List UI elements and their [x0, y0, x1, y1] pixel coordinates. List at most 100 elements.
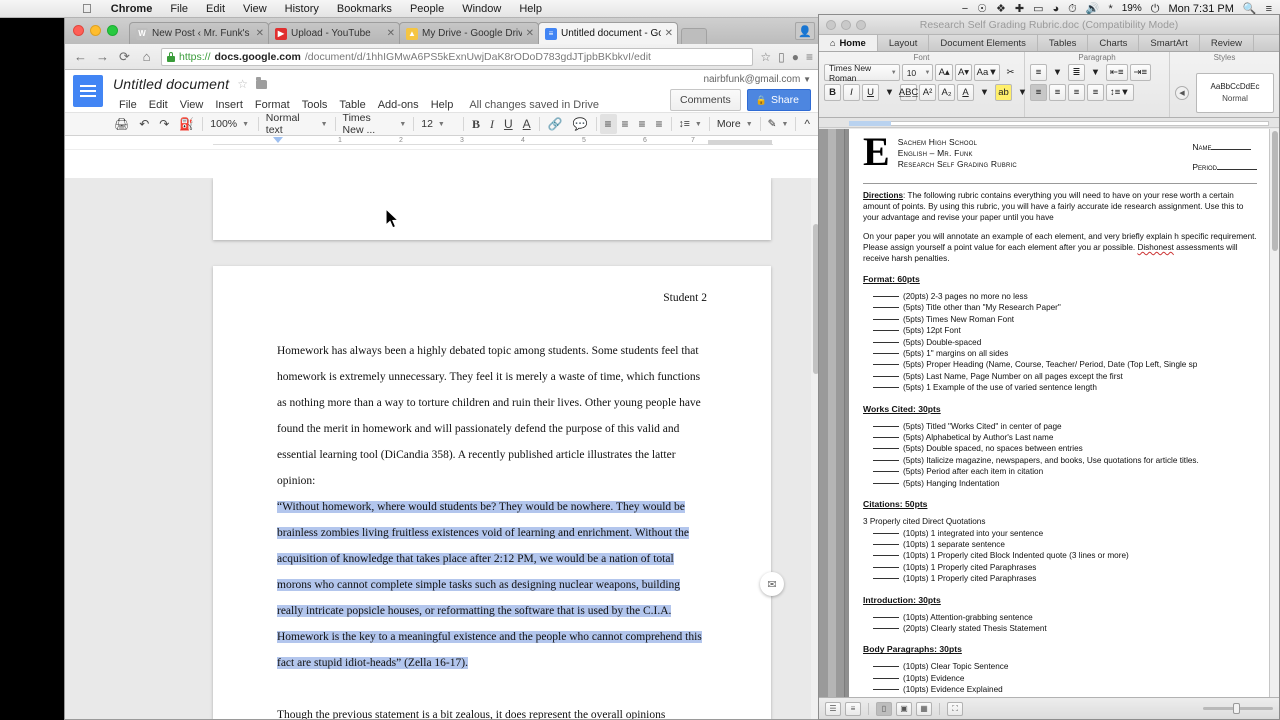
style-gallery-normal[interactable]: AaBbCcDdEc Normal — [1196, 72, 1274, 113]
decrease-indent-icon[interactable]: ⇤≡ — [1106, 64, 1128, 81]
menu-item-edit[interactable]: Edit — [197, 0, 234, 18]
word-align-left-icon[interactable]: ≡ — [1030, 84, 1047, 101]
align-justify-icon[interactable]: ≡ — [651, 114, 668, 134]
line-spacing-select[interactable]: ↕≡ ▼ — [675, 114, 706, 134]
forward-button[interactable]: → — [95, 49, 110, 64]
apple-menu-icon[interactable]:  — [72, 0, 102, 18]
score-blank[interactable] — [873, 353, 899, 355]
ribbon-tab-home[interactable]: ⌂ Home — [819, 35, 878, 51]
zoom-slider[interactable] — [1203, 703, 1273, 714]
word-align-right-icon[interactable]: ≡ — [1068, 84, 1085, 101]
edit-mode-select[interactable]: ✎ ▼ — [764, 114, 793, 134]
close-tab-3-icon[interactable]: ✕ — [522, 28, 534, 39]
align-right-icon[interactable]: ≡ — [634, 114, 651, 134]
word-font-size-select[interactable]: 10 ▼ — [901, 64, 934, 81]
document-title[interactable]: Untitled document — [113, 76, 229, 92]
score-blank[interactable] — [873, 666, 899, 668]
superscript-button[interactable]: A² — [919, 84, 936, 101]
close-tab-4-icon[interactable]: ✕ — [661, 28, 673, 39]
collapse-ribbon-icon[interactable]: ◀ — [1175, 85, 1189, 100]
browser-tab-3[interactable]: ▲ My Drive - Google Drive ✕ — [399, 22, 539, 44]
score-blank[interactable] — [873, 437, 899, 439]
browser-tab-2[interactable]: ▶ Upload - YouTube ✕ — [268, 22, 400, 44]
font-select[interactable]: Times New ... ▼ — [339, 112, 411, 136]
word-align-justify-icon[interactable]: ≡ — [1087, 84, 1104, 101]
score-blank[interactable] — [873, 296, 899, 297]
folder-icon[interactable] — [256, 76, 268, 89]
numbering-icon[interactable]: ≣ — [1068, 64, 1085, 81]
highlight-icon[interactable]: ab — [995, 84, 1012, 101]
menu-item-bookmarks[interactable]: Bookmarks — [328, 0, 401, 18]
score-blank[interactable] — [873, 425, 899, 427]
score-blank[interactable] — [873, 482, 899, 484]
minimize-window-button[interactable] — [90, 25, 101, 36]
chrome-menu-icon[interactable]: ≡ — [806, 50, 813, 64]
score-blank[interactable] — [873, 318, 899, 320]
browser-tab-1[interactable]: W New Post ‹ Mr. Funk's Web ✕ — [129, 22, 269, 44]
bookmark-star-icon[interactable]: ☆ — [760, 50, 771, 64]
score-blank[interactable] — [873, 677, 899, 679]
full-screen-icon[interactable]: ⛶ — [947, 701, 963, 716]
undo-icon[interactable]: ↶ — [134, 114, 154, 134]
zoom-select[interactable]: 100% ▼ — [206, 114, 255, 134]
bullets-dropdown-icon[interactable]: ▼ — [1049, 64, 1066, 81]
menu-item-chrome[interactable]: Chrome — [102, 0, 162, 18]
score-blank[interactable] — [873, 627, 899, 629]
align-left-icon[interactable]: ≡ — [599, 114, 617, 134]
docs-menu-format[interactable]: Format — [249, 98, 296, 112]
new-tab-button[interactable] — [681, 28, 707, 44]
increase-indent-icon[interactable]: ⇥≡ — [1129, 64, 1152, 81]
extension-drop-icon[interactable]: ● — [792, 50, 799, 64]
home-button[interactable]: ⌂ — [139, 49, 154, 64]
docs-menu-help[interactable]: Help — [425, 98, 460, 112]
word-document-page[interactable]: E Sachem High School English – Mr. Funk … — [849, 129, 1269, 697]
address-bar[interactable]: https://docs.google.com/document/d/1hhIG… — [161, 47, 754, 66]
underline-button[interactable]: U — [499, 114, 518, 134]
paint-format-icon[interactable]: ⛽ — [174, 114, 199, 134]
close-tab-2-icon[interactable]: ✕ — [383, 28, 395, 39]
score-blank[interactable] — [873, 448, 899, 450]
more-options-button[interactable]: More ▼ — [713, 114, 757, 134]
docs-ruler[interactable]: 1 2 3 4 5 6 7 — [65, 136, 821, 150]
print-icon[interactable]: 🖨 — [109, 114, 134, 134]
zoom-window-button[interactable] — [107, 25, 118, 36]
link-icon[interactable]: 🔗 — [543, 114, 568, 134]
share-button[interactable]: 🔒 Share — [746, 89, 811, 111]
word-align-center-icon[interactable]: ≡ — [1049, 84, 1066, 101]
subscript-button[interactable]: A₂ — [938, 84, 955, 101]
italic-button[interactable]: I — [485, 114, 499, 134]
docs-logo-icon[interactable] — [73, 75, 103, 107]
numbering-dropdown-icon[interactable]: ▼ — [1087, 64, 1104, 81]
underline-dropdown-icon[interactable]: ▼ — [881, 84, 898, 101]
word-ruler[interactable] — [819, 118, 1279, 128]
redo-icon[interactable]: ↷ — [154, 114, 174, 134]
menu-item-view[interactable]: View — [234, 0, 276, 18]
score-blank[interactable] — [873, 375, 899, 377]
grow-font-icon[interactable]: A▴ — [935, 64, 953, 81]
reload-button[interactable]: ⟳ — [117, 49, 132, 65]
font-size-select[interactable]: 12 ▼ — [417, 114, 460, 134]
score-blank[interactable] — [873, 555, 899, 557]
score-blank[interactable] — [873, 387, 899, 389]
outline-view-icon[interactable]: ≡ — [845, 701, 861, 716]
score-blank[interactable] — [873, 566, 899, 568]
notebook-view-icon[interactable]: ▣ — [896, 701, 912, 716]
font-color-dropdown-icon[interactable]: ▼ — [976, 84, 993, 101]
bullets-icon[interactable]: ≡ — [1030, 64, 1047, 81]
ribbon-tab-document-elements[interactable]: Document Elements — [929, 35, 1038, 51]
battery-percent[interactable]: 19% — [1122, 3, 1142, 14]
menu-item-window[interactable]: Window — [453, 0, 510, 18]
docs-menu-tools[interactable]: Tools — [296, 98, 334, 112]
extension-icon[interactable]: ▯ — [778, 50, 785, 64]
score-blank[interactable] — [873, 341, 899, 343]
docs-menu-file[interactable]: File — [113, 98, 143, 112]
word-scroll-thumb[interactable] — [1272, 131, 1278, 251]
collapse-toolbar-icon[interactable]: ^ — [799, 114, 815, 134]
period-field-blank[interactable] — [1217, 169, 1257, 170]
profile-icon[interactable]: 👤 — [795, 22, 815, 40]
font-color-icon[interactable]: A — [957, 84, 974, 101]
docs-menu-view[interactable]: View — [174, 98, 210, 112]
align-center-icon[interactable]: ≡ — [617, 114, 634, 134]
paragraph-style-select[interactable]: Normal text ▼ — [262, 112, 332, 136]
menu-item-people[interactable]: People — [401, 0, 453, 18]
